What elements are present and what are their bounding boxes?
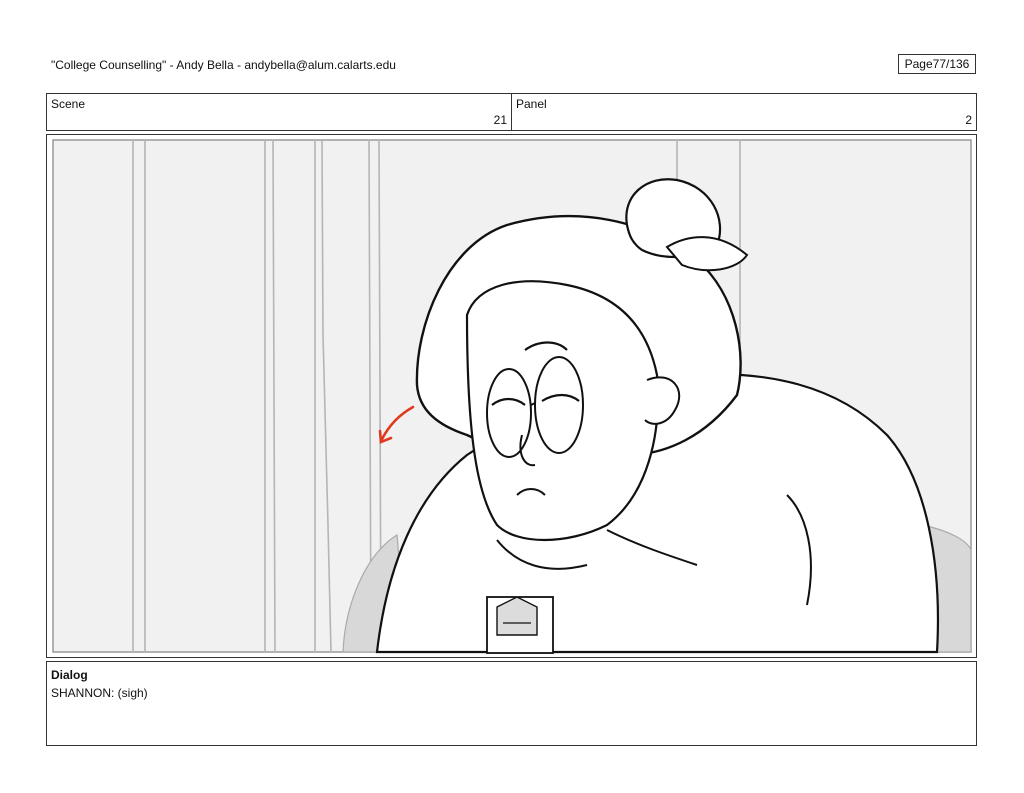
panel-label: Panel xyxy=(516,97,547,111)
storyboard-frame xyxy=(46,134,977,658)
dialog-box: Dialog SHANNON: (sigh) xyxy=(46,661,977,746)
header-separator: - xyxy=(233,58,245,72)
page-label: Page xyxy=(904,57,933,71)
shirt-logo xyxy=(486,596,554,654)
header-separator: - xyxy=(166,58,177,72)
panel-cell: Panel 2 xyxy=(512,94,976,130)
dialog-label: Dialog xyxy=(51,668,88,682)
dialog-text: SHANNON: (sigh) xyxy=(51,686,148,700)
panel-number: 2 xyxy=(965,113,972,127)
project-title: "College Counselling" xyxy=(51,58,167,72)
scene-panel-row: Scene 21 Panel 2 xyxy=(46,93,977,131)
scene-cell: Scene 21 xyxy=(47,94,512,130)
page-number: 77/136 xyxy=(932,57,970,71)
character-face xyxy=(465,280,660,542)
storyboard-header: "College Counselling" - Andy Bella - and… xyxy=(51,58,396,72)
page-indicator: Page 77/136 xyxy=(898,54,976,74)
scene-number: 21 xyxy=(493,113,507,127)
scene-label: Scene xyxy=(51,97,86,111)
storyboard-sketch xyxy=(52,139,972,654)
author-name: Andy Bella xyxy=(176,58,234,72)
author-email: andybella@alum.calarts.edu xyxy=(244,58,396,72)
